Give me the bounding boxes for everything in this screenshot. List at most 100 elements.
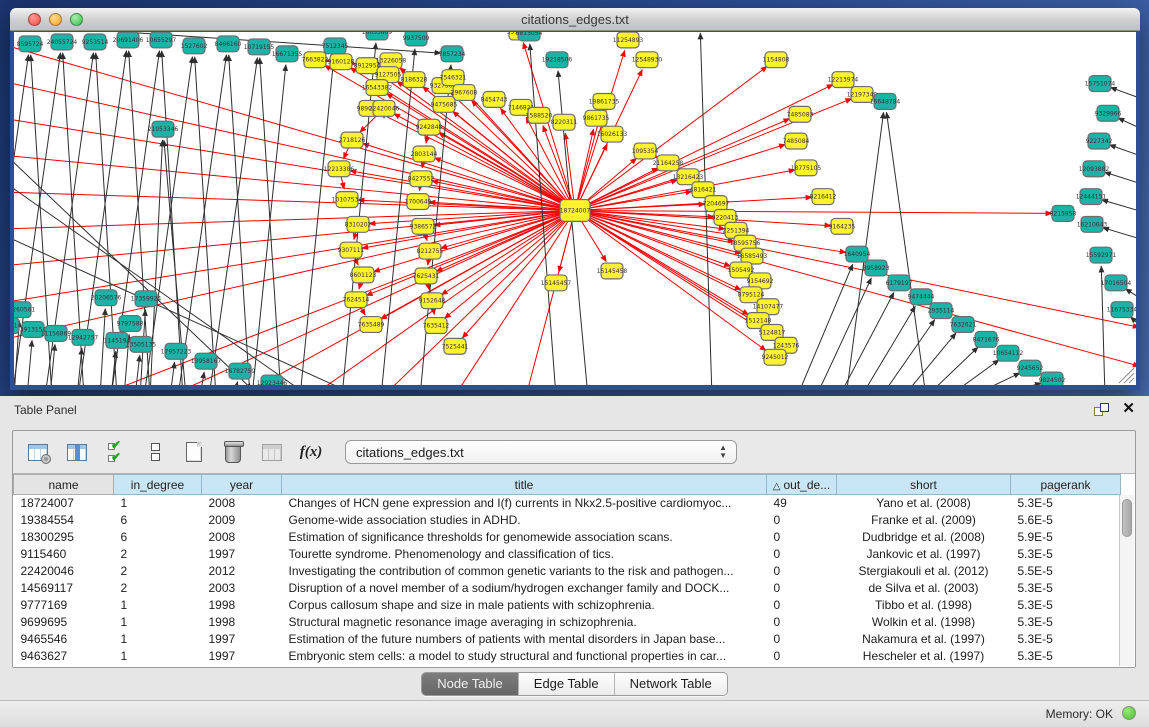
table-row[interactable]: 977716911998Corpus callosum shape and si… <box>14 597 1121 614</box>
citation-edge-black[interactable] <box>948 360 999 385</box>
table-cell[interactable]: 0 <box>767 563 837 580</box>
teal-node[interactable]: 8595724 <box>17 36 44 52</box>
table-cell[interactable]: Estimation of significance thresholds fo… <box>282 529 767 546</box>
teal-node[interactable]: 16033809 <box>362 32 393 40</box>
yellow-node[interactable]: 7525441 <box>442 338 469 354</box>
teal-node[interactable]: 8958923 <box>863 260 890 276</box>
table-cell[interactable]: Estimation of the future numbers of pati… <box>282 631 767 648</box>
table-cell[interactable]: 9115460 <box>14 546 114 563</box>
citation-edge-black[interactable] <box>100 309 105 385</box>
yellow-node[interactable]: 15145458 <box>597 263 628 279</box>
yellow-node[interactable]: 1700649 <box>405 194 432 210</box>
teal-node[interactable]: 15751074 <box>1085 76 1116 92</box>
citation-edge-black[interactable] <box>970 373 1020 385</box>
scrollbar-thumb[interactable] <box>1122 499 1132 537</box>
teal-node[interactable]: 19218506 <box>542 52 573 68</box>
table-cell[interactable]: 5.3E-5 <box>1011 648 1121 665</box>
teal-node[interactable]: 9937509 <box>403 32 430 46</box>
yellow-node[interactable]: 7625431 <box>413 268 440 284</box>
table-cell[interactable]: 2 <box>114 563 202 580</box>
table-cell[interactable]: de Silva et al. (2003) <box>837 580 1011 597</box>
citation-edge-black[interactable] <box>1125 289 1136 297</box>
yellow-node[interactable]: 8212755 <box>417 243 444 259</box>
table-cell[interactable]: Jankovic et al. (1997) <box>837 546 1011 563</box>
teal-node[interactable]: 26260561 <box>14 302 35 318</box>
teal-node[interactable]: 17016504 <box>1101 275 1132 291</box>
yellow-node[interactable]: 9242848 <box>416 119 443 135</box>
yellow-node[interactable]: 15145457 <box>541 275 572 291</box>
yellow-node[interactable]: 9160128 <box>328 54 355 70</box>
teal-node[interactable]: 8813054 <box>516 32 543 41</box>
citation-edge-black[interactable] <box>14 151 301 385</box>
yellow-node[interactable]: 9861735 <box>583 110 610 126</box>
citation-edge-black[interactable] <box>77 348 82 385</box>
citation-edge-black[interactable] <box>1104 172 1136 183</box>
table-cell[interactable]: Tibbo et al. (1998) <box>837 597 1011 614</box>
yellow-node[interactable]: 7485084 <box>783 133 810 149</box>
table-cell[interactable]: 1 <box>114 648 202 665</box>
table-cell[interactable]: 5.3E-5 <box>1011 495 1121 512</box>
table-scrollbar[interactable] <box>1119 495 1134 666</box>
citation-edge-black[interactable] <box>861 306 915 385</box>
citation-edge-red[interactable] <box>210 210 575 385</box>
teal-node[interactable]: 21053346 <box>148 121 179 137</box>
teal-node[interactable]: 20206576 <box>91 290 122 306</box>
table-cell[interactable]: Nakamura et al. (1997) <box>837 631 1011 648</box>
table-cell[interactable]: 1 <box>114 597 202 614</box>
citation-edge-black[interactable] <box>1103 228 1136 239</box>
table-cell[interactable]: 1 <box>114 495 202 512</box>
table-cell[interactable]: Wolkin et al. (1998) <box>837 614 1011 631</box>
yellow-node[interactable]: 18775105 <box>791 160 822 176</box>
teal-node[interactable]: 11675334 <box>1107 302 1136 318</box>
yellow-node[interactable]: 9164235 <box>829 218 856 234</box>
table-cell[interactable]: 18300295 <box>14 529 114 546</box>
table-cell[interactable]: 2 <box>114 546 202 563</box>
citation-edge-black[interactable] <box>797 264 853 385</box>
teal-node[interactable]: 12444151 <box>1076 189 1107 205</box>
teal-node[interactable]: 6179197 <box>886 275 913 291</box>
yellow-node[interactable]: 8220311 <box>551 114 578 130</box>
teal-node[interactable]: 9245652 <box>1017 360 1044 376</box>
table-cell[interactable]: 19384554 <box>14 512 114 529</box>
table-cell[interactable]: Tourette syndrome. Phenomenology and cla… <box>282 546 767 563</box>
table-cell[interactable]: 9699695 <box>14 614 114 631</box>
teal-node[interactable]: 9227342 <box>1086 133 1113 149</box>
table-cell[interactable]: Embryonic stem cells: a model to study s… <box>282 648 767 665</box>
table-cell[interactable]: 2008 <box>202 529 282 546</box>
table-cell[interactable]: 22420046 <box>14 563 114 580</box>
teal-node[interactable]: 2935114 <box>928 303 955 319</box>
table-cell[interactable]: Dudbridge et al. (2008) <box>837 529 1011 546</box>
citation-edge-black[interactable] <box>881 320 935 385</box>
column-chooser-icon[interactable] <box>64 439 90 465</box>
table-cell[interactable]: 5.3E-5 <box>1011 580 1121 597</box>
table-row[interactable]: 911546021997Tourette syndrome. Phenomeno… <box>14 546 1121 563</box>
teal-node[interactable]: 8466160 <box>215 36 242 52</box>
table-cell[interactable]: 6 <box>114 529 202 546</box>
table-cell[interactable]: 0 <box>767 546 837 563</box>
column-header-title[interactable]: title <box>282 475 767 495</box>
citation-edge-black[interactable] <box>162 51 183 385</box>
teal-node[interactable]: 16782759 <box>225 363 256 379</box>
citation-edge-black[interactable] <box>200 372 204 385</box>
network-view-window[interactable]: citations_edges.txt 18724007766382291601… <box>10 8 1140 390</box>
float-panel-icon[interactable] <box>1094 403 1109 417</box>
teal-node[interactable]: 13505135 <box>126 336 157 352</box>
table-cell[interactable]: Franke et al. (2009) <box>837 512 1011 529</box>
yellow-node[interactable]: 22420046 <box>369 100 400 116</box>
yellow-node[interactable]: 8186328 <box>401 72 428 88</box>
column-header-name[interactable]: name <box>14 475 114 495</box>
citation-edge-black[interactable] <box>1102 200 1136 211</box>
table-select-dropdown[interactable]: citations_edges.txt ▲▼ <box>345 440 737 464</box>
network-canvas[interactable]: 1872400776638229160128891295413226058912… <box>14 32 1136 385</box>
citation-edge-red[interactable] <box>575 210 1136 366</box>
table-cell[interactable]: 1998 <box>202 597 282 614</box>
select-rows-icon[interactable]: ✔ ✔ <box>103 439 129 465</box>
citation-edge-black[interactable] <box>926 347 978 385</box>
table-cell[interactable]: 1997 <box>202 546 282 563</box>
table-cell[interactable]: 5.9E-5 <box>1011 529 1121 546</box>
yellow-node[interactable]: 8601123 <box>350 267 377 283</box>
teal-node[interactable]: 16210643 <box>1077 216 1108 232</box>
teal-node[interactable]: 17957223 <box>161 343 192 359</box>
yellow-node[interactable]: 7635489 <box>358 317 385 333</box>
citation-edge-red[interactable] <box>444 210 575 318</box>
